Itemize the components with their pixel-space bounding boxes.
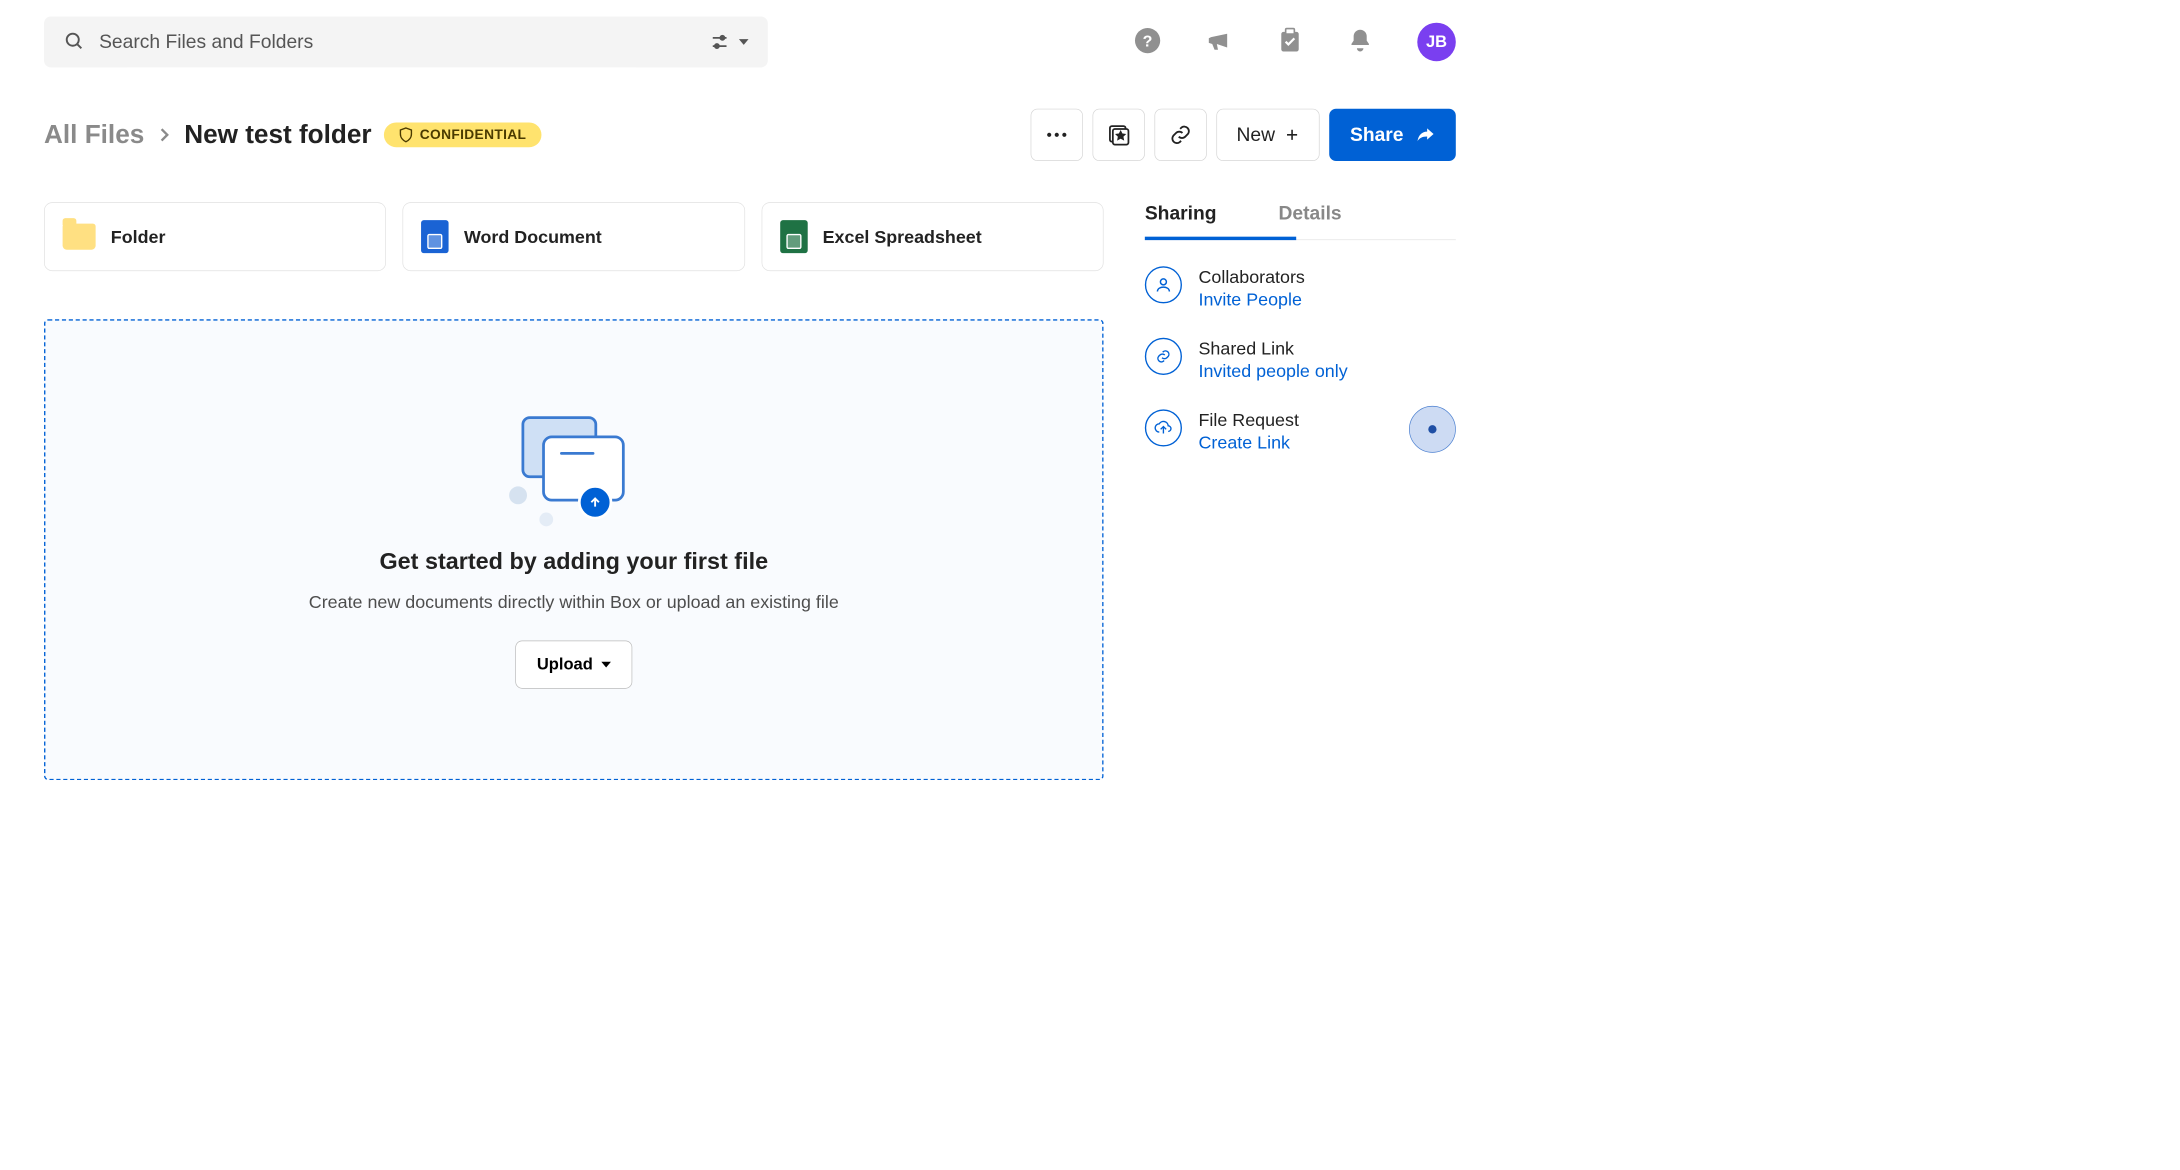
classification-badge: CONFIDENTIAL	[384, 122, 541, 147]
cloud-upload-icon	[1145, 409, 1182, 446]
card-label: Word Document	[464, 226, 602, 247]
avatar-initials: JB	[1426, 32, 1447, 51]
card-label: Excel Spreadsheet	[823, 226, 982, 247]
shield-icon	[399, 127, 413, 144]
dropzone-title: Get started by adding your first file	[379, 548, 768, 575]
panel-collaborators: Collaborators Invite People	[1145, 266, 1456, 310]
megaphone-icon[interactable]	[1205, 26, 1233, 57]
classification-label: CONFIDENTIAL	[420, 127, 527, 143]
svg-text:?: ?	[1143, 32, 1153, 50]
shared-link-title: Shared Link	[1198, 338, 1347, 359]
breadcrumb-root[interactable]: All Files	[44, 120, 144, 150]
person-icon	[1145, 266, 1182, 303]
help-icon[interactable]: ?	[1134, 26, 1162, 57]
link-icon	[1170, 124, 1192, 146]
suggestion-card-excel[interactable]: Excel Spreadsheet	[761, 202, 1103, 271]
create-link-action[interactable]: Create Link	[1198, 432, 1298, 453]
breadcrumb-current: New test folder	[184, 120, 371, 150]
dropzone[interactable]: Get started by adding your first file Cr…	[44, 319, 1104, 780]
coachmark-indicator[interactable]	[1409, 406, 1456, 453]
word-doc-icon	[421, 220, 449, 253]
file-request-title: File Request	[1198, 409, 1298, 430]
tasks-icon[interactable]	[1277, 27, 1303, 57]
share-button-label: Share	[1350, 124, 1404, 146]
folder-icon	[63, 224, 96, 250]
more-options-button[interactable]	[1031, 109, 1083, 161]
bell-icon[interactable]	[1347, 27, 1373, 57]
suggestion-card-folder[interactable]: Folder	[44, 202, 386, 271]
tab-details[interactable]: Details	[1278, 202, 1341, 239]
tab-sharing[interactable]: Sharing	[1145, 202, 1217, 239]
panel-shared-link: Shared Link Invited people only	[1145, 338, 1456, 382]
search-input[interactable]	[99, 31, 711, 53]
bookmark-collection-button[interactable]	[1093, 109, 1145, 161]
upload-button-label: Upload	[537, 655, 593, 674]
upload-button[interactable]: Upload	[516, 641, 632, 689]
dropzone-subtitle: Create new documents directly within Box…	[309, 592, 839, 613]
collaborators-title: Collaborators	[1198, 266, 1304, 287]
plus-icon	[1285, 127, 1300, 142]
invite-people-link[interactable]: Invite People	[1198, 289, 1304, 310]
card-label: Folder	[111, 226, 166, 247]
new-button-label: New	[1236, 124, 1275, 146]
link-button[interactable]	[1155, 109, 1207, 161]
excel-doc-icon	[780, 220, 808, 253]
share-button[interactable]: Share	[1329, 109, 1455, 161]
new-button[interactable]: New	[1216, 109, 1319, 161]
chevron-right-icon	[157, 121, 172, 148]
shared-link-setting[interactable]: Invited people only	[1198, 361, 1347, 382]
ellipsis-icon	[1047, 132, 1068, 138]
upload-folder-illustration	[519, 411, 629, 521]
search-icon	[63, 30, 84, 54]
star-square-icon	[1107, 123, 1130, 146]
link-circle-icon	[1145, 338, 1182, 375]
share-arrow-icon	[1416, 125, 1435, 144]
suggestion-card-word[interactable]: Word Document	[403, 202, 745, 271]
avatar[interactable]: JB	[1417, 23, 1456, 62]
caret-down-icon	[601, 661, 611, 668]
search-filter-icon[interactable]	[711, 34, 748, 51]
search-box[interactable]	[44, 17, 768, 68]
